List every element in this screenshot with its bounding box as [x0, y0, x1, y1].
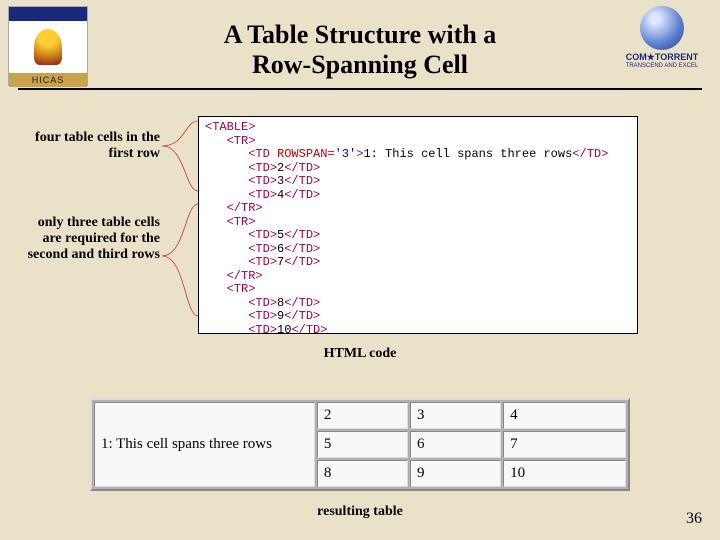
caption-html-code: HTML code — [0, 346, 720, 362]
table-cell: 3 — [410, 402, 501, 429]
slide: HICAS COM★TORRENT TRANSCEND AND EXCEL A … — [0, 0, 720, 540]
table-cell: 4 — [503, 402, 626, 429]
code-block: <TABLE> <TR> <TD ROWSPAN='3'>1: This cel… — [198, 116, 638, 334]
logo-left-caption: HICAS — [9, 73, 87, 87]
span-cell: 1: This cell spans three rows — [94, 402, 315, 487]
slide-title: A Table Structure with a Row-Spanning Ce… — [120, 20, 600, 80]
table-cell: 5 — [317, 431, 408, 458]
table-cell: 7 — [503, 431, 626, 458]
callout-first-row: four table cells in the first row — [20, 130, 160, 162]
bracket-icon — [160, 116, 200, 336]
page-number: 36 — [686, 510, 702, 528]
callout-other-rows: only three table cells are required for … — [20, 215, 160, 263]
title-line1: A Table Structure with a — [224, 20, 497, 49]
table-cell: 2 — [317, 402, 408, 429]
globe-icon — [640, 6, 684, 50]
caption-resulting-table: resulting table — [0, 504, 720, 520]
title-underline — [18, 88, 702, 90]
result-table-wrap: 1: This cell spans three rows234 567 8910 — [90, 398, 630, 491]
logo-right-subtitle: TRANSCEND AND EXCEL — [612, 63, 712, 69]
table-cell: 8 — [317, 460, 408, 487]
logo-right: COM★TORRENT TRANSCEND AND EXCEL — [612, 6, 712, 66]
logo-left: HICAS — [8, 6, 88, 86]
table-cell: 10 — [503, 460, 626, 487]
flame-icon — [9, 21, 87, 73]
result-table: 1: This cell spans three rows234 567 8910 — [90, 398, 630, 491]
table-cell: 9 — [410, 460, 501, 487]
title-line2: Row-Spanning Cell — [252, 50, 468, 79]
table-cell: 6 — [410, 431, 501, 458]
logo-top-band — [9, 7, 87, 21]
logo-right-title: COM★TORRENT — [612, 52, 712, 63]
